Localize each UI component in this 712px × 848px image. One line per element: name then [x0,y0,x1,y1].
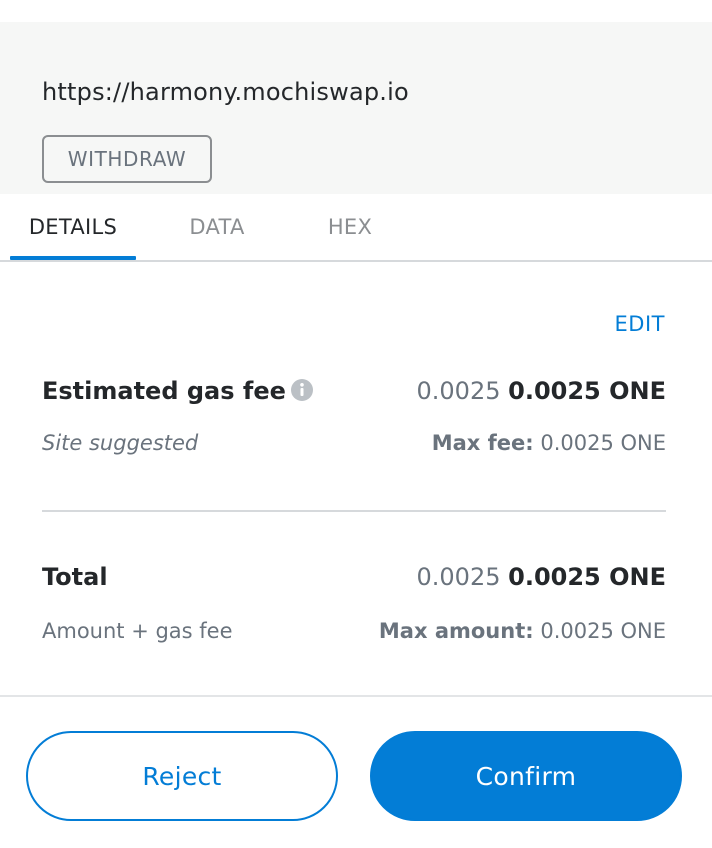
tab-data[interactable]: DATA [172,194,262,260]
max-fee-value: 0.0025 ONE [540,431,666,455]
tab-details[interactable]: DETAILS [10,194,136,260]
top-strip [0,0,712,22]
total-secondary: 0.0025 [416,563,501,591]
confirm-transaction-page: https://harmony.mochiswap.io WITHDRAW DE… [0,0,712,848]
origin-panel: https://harmony.mochiswap.io WITHDRAW [0,22,712,194]
max-amount-value: 0.0025 ONE [540,619,666,643]
tab-bar: DETAILS DATA HEX [0,194,712,262]
tab-hex[interactable]: HEX [312,194,388,260]
max-amount: Max amount: 0.0025 ONE [379,619,666,643]
section-divider [42,510,666,512]
total-value: 0.0025 0.0025 ONE [417,563,666,591]
max-fee-label: Max fee: [431,431,534,455]
gas-fee-sublabel: Site suggested [42,431,199,455]
confirm-button[interactable]: Confirm [370,731,682,821]
origin-url: https://harmony.mochiswap.io [42,78,409,106]
edit-gas-link[interactable]: EDIT [615,312,665,336]
info-circle-icon[interactable] [290,378,314,402]
total-sublabel: Amount + gas fee [42,619,233,643]
gas-fee-value: 0.0025 0.0025 ONE [417,377,666,405]
gas-fee-primary: 0.0025 ONE [508,377,666,405]
footer-divider [0,695,712,697]
method-badge: WITHDRAW [42,135,212,183]
max-amount-label: Max amount: [378,619,534,643]
reject-button[interactable]: Reject [26,731,338,821]
total-label: Total [42,563,108,591]
max-fee: Max fee: 0.0025 ONE [432,431,666,455]
total-primary: 0.0025 ONE [508,563,666,591]
gas-fee-label: Estimated gas fee [42,377,286,405]
active-tab-indicator [10,256,136,260]
gas-fee-secondary: 0.0025 [416,377,501,405]
